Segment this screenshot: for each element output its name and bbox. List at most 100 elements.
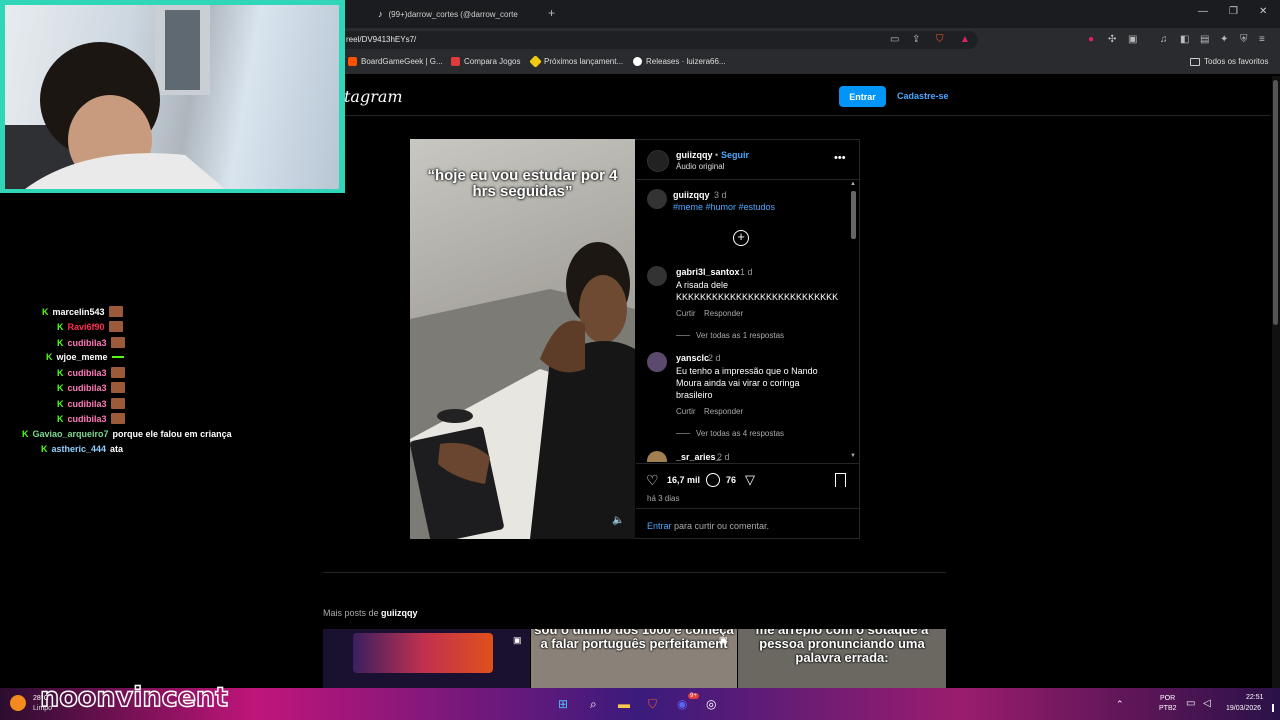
search-icon[interactable]: ⌕ — [590, 697, 597, 712]
network-icon[interactable]: ▭ — [1186, 698, 1195, 709]
comment-like-button[interactable]: Curtir — [676, 309, 696, 318]
scroll-down-icon[interactable]: ▼ — [850, 453, 856, 459]
chat-message: Kastheric_444 ata — [41, 444, 124, 454]
leo-ai-icon[interactable]: ✦ — [1220, 34, 1228, 45]
bookmark-item[interactable]: Próximos lançament... — [529, 55, 623, 68]
comment-reply-button[interactable]: Responder — [704, 407, 743, 416]
divider — [636, 463, 859, 464]
rewards-icon[interactable]: ▲ — [960, 34, 970, 45]
caption-username[interactable]: guiizqqy — [673, 190, 710, 200]
post-thumbnail[interactable]: ▣ — [323, 629, 530, 688]
comment-reply-button[interactable]: Responder — [704, 309, 743, 318]
brave-browser-icon[interactable]: ⛉ — [648, 697, 657, 712]
keyboard-layout[interactable]: PTB2 — [1159, 705, 1177, 712]
login-prompt-link[interactable]: Entrar — [647, 521, 672, 531]
show-desktop-button[interactable] — [1272, 704, 1274, 712]
wallet-icon[interactable]: ▣ — [1128, 34, 1137, 45]
url-field[interactable]: reel/DV9413hEYs7/ — [338, 31, 978, 49]
emote-icon — [110, 398, 125, 409]
kick-badge-icon: K — [57, 382, 64, 393]
emote-icon — [110, 382, 125, 393]
bookmark-item[interactable]: Compara Jogos — [451, 57, 520, 66]
more-posts-username[interactable]: guiizqqy — [381, 608, 418, 618]
menu-icon[interactable]: ≡ — [1259, 34, 1265, 45]
kick-badge-icon: K — [41, 444, 48, 454]
comment-text: A risada dele KKKKKKKKKKKKKKKKKKKKKKKKKK… — [676, 280, 839, 302]
more-options-icon[interactable]: ••• — [834, 152, 846, 164]
comment-avatar[interactable] — [647, 451, 667, 462]
scroll-up-icon[interactable]: ▲ — [850, 181, 856, 187]
comment-username[interactable]: yansclc — [676, 353, 709, 363]
minimize-button[interactable]: — — [1198, 6, 1208, 17]
kick-badge-icon: K — [22, 429, 29, 439]
weather-icon[interactable] — [10, 695, 26, 711]
extension-badge-icon[interactable]: ● — [1088, 34, 1094, 45]
clock-date[interactable]: 19/03/2026 — [1226, 705, 1261, 712]
login-button[interactable]: Entrar — [839, 86, 886, 107]
file-explorer-icon[interactable]: ▬ — [618, 697, 630, 711]
webcam-feed — [5, 5, 339, 189]
vpn-icon[interactable]: ⛨ — [1240, 34, 1248, 45]
caption-avatar[interactable] — [647, 189, 667, 209]
brave-shield-icon[interactable]: ⛉ — [936, 34, 944, 45]
kick-badge-icon: K — [42, 306, 49, 317]
comment-username[interactable]: gabri3l_santox — [676, 267, 740, 277]
likes-count[interactable]: 16,7 mil — [667, 475, 700, 485]
github-icon — [633, 57, 642, 66]
clock-time[interactable]: 22:51 — [1246, 694, 1264, 701]
author-avatar[interactable] — [647, 150, 669, 172]
emote-icon — [110, 367, 125, 378]
load-more-comments-icon[interactable]: + — [733, 230, 749, 246]
share-paper-plane-icon[interactable]: ▽ — [745, 472, 755, 488]
comment-count[interactable]: 76 — [726, 475, 736, 485]
browser-tab[interactable]: ♪ (99+)darrow_cortes (@darrow_corte — [378, 4, 558, 24]
new-tab-button[interactable]: + — [548, 6, 555, 20]
volume-icon[interactable]: 🔈 — [612, 515, 624, 526]
cast-icon[interactable]: ▭ — [890, 34, 899, 45]
comment-avatar[interactable] — [647, 352, 667, 372]
discord-icon[interactable]: ◉ — [677, 697, 687, 711]
view-replies-button[interactable]: Ver todas as 1 respostas — [676, 331, 784, 340]
close-window-button[interactable]: ✕ — [1259, 6, 1267, 17]
sidebar-icon[interactable]: ◧ — [1180, 34, 1189, 45]
emote-icon — [108, 321, 123, 332]
bookmark-item[interactable]: Releases · luizera66... — [633, 57, 726, 66]
media-icon[interactable]: ♫ — [1160, 34, 1168, 45]
post-thumbnail[interactable]: me arrepio com o sotaque a pessoa pronun… — [738, 629, 946, 688]
maximize-button[interactable]: ❐ — [1229, 6, 1238, 17]
volume-tray-icon[interactable]: ◁ — [1203, 698, 1211, 709]
author-username[interactable]: guiizqqy — [676, 150, 713, 160]
bookmark-item[interactable]: BoardGameGeek | G... — [348, 57, 443, 66]
view-replies-button[interactable]: Ver todas as 4 respostas — [676, 429, 784, 438]
follow-button[interactable]: Seguir — [721, 150, 749, 160]
save-bookmark-icon[interactable] — [835, 473, 846, 487]
language-indicator[interactable]: POR — [1160, 695, 1175, 702]
extensions-icon[interactable]: ✣ — [1108, 34, 1116, 45]
webcam-scene — [5, 5, 225, 189]
comment-avatar[interactable] — [647, 266, 667, 286]
comment-username[interactable]: _sr_aries_ — [676, 452, 721, 462]
obs-icon[interactable]: ◎ — [706, 697, 716, 711]
comment-bubble-icon[interactable] — [706, 473, 720, 487]
page-scrollbar-thumb[interactable] — [1273, 80, 1278, 325]
chevron-up-icon[interactable]: ⌃ — [1116, 699, 1124, 710]
signup-link[interactable]: Cadastre-se — [897, 91, 949, 101]
emote-icon — [110, 413, 125, 424]
share-icon[interactable]: ⇪ — [912, 34, 920, 45]
all-favorites[interactable]: Todos os favoritos — [1190, 57, 1268, 66]
audio-label[interactable]: Áudio original — [676, 162, 724, 171]
thumbnail-caption: me arrepio com o sotaque a pessoa pronun… — [755, 629, 929, 665]
post-thumbnail[interactable]: sou o último dos 1000 e começa a falar p… — [531, 629, 737, 688]
caption-time: 3 d — [714, 190, 727, 200]
wallet-card-icon[interactable]: ▤ — [1200, 34, 1209, 45]
divider — [636, 508, 859, 509]
comments-scrollbar-thumb[interactable] — [851, 191, 856, 239]
caption-hashtags[interactable]: #meme #humor #estudos — [673, 202, 775, 212]
chat-message: Kcudibila3 — [57, 413, 125, 424]
instagram-logo[interactable]: tagram — [344, 87, 403, 106]
divider — [323, 572, 946, 573]
video-caption: “hoje eu vou estudar por 4 hrs seguidas” — [427, 167, 618, 200]
like-heart-icon[interactable]: ♡ — [646, 472, 659, 489]
windows-start-icon[interactable]: ⊞ — [558, 697, 568, 711]
comment-like-button[interactable]: Curtir — [676, 407, 696, 416]
